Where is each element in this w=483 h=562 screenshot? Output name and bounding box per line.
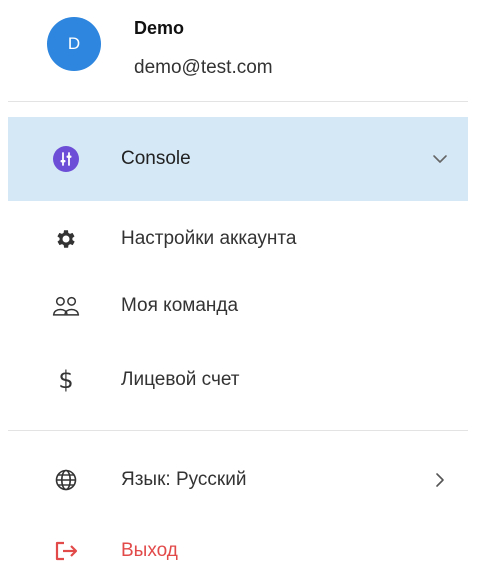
divider [8, 101, 468, 102]
menu-item-label: Лицевой счет [121, 369, 240, 390]
menu-item-label: Console [121, 148, 191, 169]
user-name: Demo [134, 18, 185, 38]
sliders-icon [52, 145, 80, 173]
globe-icon [52, 466, 80, 494]
menu-item-console[interactable]: Console [8, 117, 468, 201]
menu-item-billing[interactable]: $ Лицевой счет [8, 347, 468, 413]
avatar[interactable]: D [47, 17, 101, 71]
divider [8, 430, 468, 431]
menu-item-label: Моя команда [121, 295, 239, 316]
chevron-right-icon [430, 470, 450, 490]
menu-item-logout[interactable]: Выход [8, 518, 468, 562]
menu-item-account-settings[interactable]: Настройки аккаунта [8, 206, 468, 272]
menu-item-my-team[interactable]: Моя команда [8, 273, 468, 339]
users-icon [52, 292, 80, 320]
logout-icon [52, 537, 80, 562]
dollar-icon: $ [58, 366, 74, 394]
menu-item-label: Выход [121, 540, 178, 561]
user-email: demo@test.com [134, 57, 273, 78]
menu-item-label: Настройки аккаунта [121, 228, 297, 249]
gear-icon [52, 225, 80, 253]
menu-item-label: Язык: Русский [121, 469, 247, 490]
profile-header: D Demo demo@test.com [0, 0, 483, 100]
menu-item-language[interactable]: Язык: Русский [8, 447, 468, 513]
chevron-down-icon[interactable] [430, 149, 450, 169]
